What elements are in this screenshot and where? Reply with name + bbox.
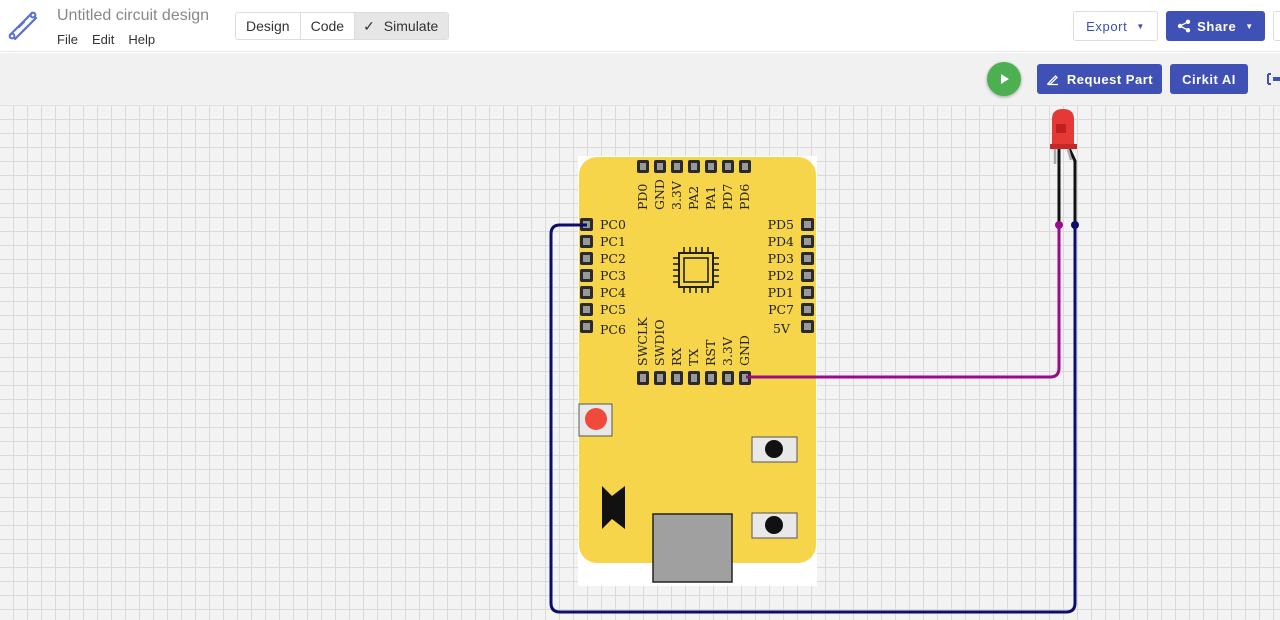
run-simulation-button[interactable] [987,62,1021,96]
right-pin-label: 5V [773,321,791,336]
left-pin-label: PC1 [600,234,626,249]
bottom-pin-label: RST [703,339,718,366]
menu-help[interactable]: Help [128,32,155,47]
share-icon [1177,19,1191,33]
edit-part-icon [1047,75,1058,86]
export-label: Export [1086,18,1128,34]
circuit-canvas[interactable]: PD0 GND 3.3V PA2 PA1 PD7 PD6 PC0 PC1 PC2… [0,106,1280,620]
share-label: Share [1197,18,1237,34]
caret-down-icon: ▼ [1136,21,1145,31]
left-pin-label: PC4 [600,285,626,300]
tab-design[interactable]: Design [236,13,301,39]
cirkit-ai-label: Cirkit AI [1182,71,1236,87]
red-led[interactable] [1050,109,1077,225]
tab-code[interactable]: Code [300,13,356,39]
share-button[interactable]: Share ▼ [1166,11,1265,41]
top-pin-label: GND [652,179,667,210]
simulation-toolbar: Request Part Cirkit AI [0,53,1280,106]
tab-code-label: Code [310,18,345,34]
tab-simulate-label: Simulate [383,18,439,34]
menu-bar: File Edit Help [57,32,155,47]
wire-node [1071,221,1079,229]
menu-file[interactable]: File [57,32,78,47]
left-header-pins [580,218,593,333]
top-pin-label: PA2 [686,186,701,210]
fit-view-icon[interactable] [1266,71,1280,87]
bottom-pin-label: TX [686,349,701,366]
top-pin-label: 3.3V [669,180,684,210]
left-pin-label: PC0 [600,217,626,232]
right-pin-label: PD2 [768,268,794,283]
wire-node [1055,221,1063,229]
menu-edit[interactable]: Edit [92,32,114,47]
top-bar: Untitled circuit design File Edit Help D… [0,0,1280,52]
right-pin-label: PD1 [768,285,794,300]
top-pin-label: PA1 [703,186,718,210]
boot-button[interactable] [751,512,798,539]
caret-down-icon: ▼ [1245,21,1254,31]
tab-design-label: Design [246,18,290,34]
cirkit-ai-button[interactable]: Cirkit AI [1170,64,1248,94]
power-led [578,403,613,437]
top-header-pins [637,160,751,173]
left-pin-label: PC3 [600,268,626,283]
export-button[interactable]: Export ▼ [1073,11,1158,41]
bottom-pin-label: RX [669,348,684,366]
play-icon [1001,74,1009,84]
app-logo-icon[interactable] [6,9,40,43]
mode-tabs: Design Code ✓ Simulate [235,12,450,40]
usb-port [652,513,733,583]
bottom-header-pins [637,371,751,385]
circuit-diagram: PD0 GND 3.3V PA2 PA1 PD7 PD6 PC0 PC1 PC2… [549,109,1079,614]
request-part-button[interactable]: Request Part [1037,64,1162,94]
bottom-pin-label: GND [737,335,752,366]
check-icon: ✓ [363,17,375,34]
left-pin-label: PC5 [600,302,626,317]
bottom-pin-label: SWDIO [652,319,667,366]
right-pin-label: PD5 [768,217,794,232]
top-pin-label: PD0 [635,184,650,210]
right-pin-label: PC7 [768,302,794,317]
left-pin-label: PC2 [600,251,626,266]
top-pin-label: PD6 [737,184,752,210]
right-header-pins [801,218,814,333]
bottom-pin-label: SWCLK [635,317,650,366]
right-pin-label: PD4 [768,234,794,249]
overflow-button[interactable] [1273,11,1280,41]
request-part-label: Request Part [1066,71,1154,87]
right-pin-label: PD3 [768,251,794,266]
top-pin-label: PD7 [720,184,735,210]
design-title[interactable]: Untitled circuit design [57,7,209,25]
reset-button[interactable] [751,436,798,463]
tab-simulate[interactable]: ✓ Simulate [355,13,449,39]
left-pin-label: PC6 [600,322,626,337]
bottom-pin-label: 3.3V [720,336,735,366]
